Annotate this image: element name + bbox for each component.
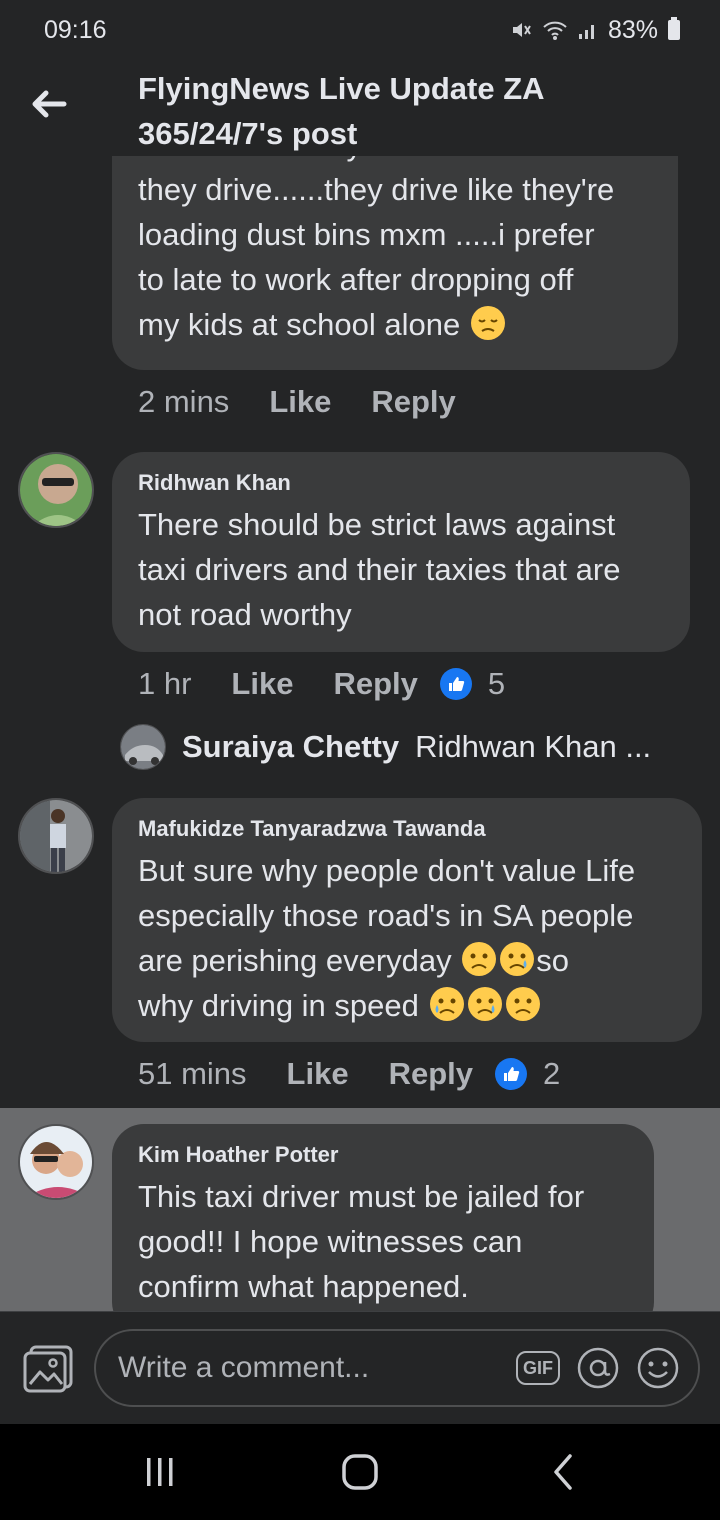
comment-line: are perishing everyday bbox=[138, 943, 452, 978]
reply-author[interactable]: Suraiya Chetty bbox=[182, 729, 399, 765]
crying-face-icon bbox=[500, 942, 535, 976]
comment-author[interactable]: Ridhwan Khan bbox=[138, 470, 666, 496]
comment-meta: 1 hr Like Reply 5 bbox=[138, 666, 505, 702]
comment-text: This taxi driver must be jailed for good… bbox=[138, 1179, 585, 1304]
comment-meta: 51 mins Like Reply 2 bbox=[138, 1056, 560, 1092]
comment-line: my kids at school alone bbox=[138, 307, 461, 342]
battery-level: 83% bbox=[607, 15, 658, 44]
comment-bubble: Kim Hoather Potter This taxi driver must… bbox=[112, 1124, 654, 1311]
like-button[interactable]: Like bbox=[269, 384, 331, 420]
comment-author[interactable]: Mafukidze Tanyaradzwa Tawanda bbox=[138, 816, 678, 842]
composer-tools: GIF bbox=[516, 1346, 680, 1390]
signal-icon bbox=[578, 25, 594, 39]
comment-text: There should be strict laws against taxi… bbox=[138, 507, 621, 632]
post-header: FlyingNews Live Update ZA 365/24/7's pos… bbox=[0, 60, 720, 156]
status-icons: 83% bbox=[510, 16, 680, 45]
status-time: 09:16 bbox=[44, 15, 107, 44]
comment-author[interactable]: Kim Hoather Potter bbox=[138, 1142, 630, 1168]
crying-face-icon bbox=[467, 987, 502, 1021]
comment-placeholder: Write a comment... bbox=[118, 1351, 370, 1384]
comment-bubble: Ridhwan Khan There should be strict laws… bbox=[112, 452, 690, 652]
comment-meta: 2 mins Like Reply bbox=[138, 384, 456, 420]
like-button[interactable]: Like bbox=[287, 1056, 349, 1092]
gif-icon[interactable]: GIF bbox=[516, 1351, 560, 1385]
comment-line: they drive......they drive like they're bbox=[138, 172, 615, 207]
comment-line: But sure why people don't value Life bbox=[138, 853, 636, 888]
crying-face-icon bbox=[429, 987, 464, 1021]
sad-face-icon bbox=[505, 987, 540, 1021]
emoji-icon[interactable] bbox=[636, 1346, 680, 1390]
back-icon[interactable] bbox=[548, 1452, 578, 1492]
avatar[interactable] bbox=[18, 452, 94, 528]
home-icon[interactable] bbox=[340, 1452, 380, 1492]
comment-line: loading dust bins mxm .....i prefer bbox=[138, 217, 595, 252]
comment-bubble: Mafukidze Tanyaradzwa Tawanda But sure w… bbox=[112, 798, 702, 1042]
comments-list[interactable]: Taxi drivers they don't care how they dr… bbox=[0, 156, 720, 1311]
comment-text: Taxi drivers they don't care how they dr… bbox=[138, 156, 654, 347]
comment-line: so bbox=[536, 943, 569, 978]
comment-line: Taxi drivers they don't care how bbox=[138, 156, 654, 167]
page-title: FlyingNews Live Update ZA 365/24/7's pos… bbox=[138, 71, 544, 151]
avatar[interactable] bbox=[18, 798, 94, 874]
comment-text: But sure why people don't value Life esp… bbox=[138, 848, 678, 1028]
reaction-count: 2 bbox=[543, 1056, 561, 1091]
back-arrow-icon[interactable] bbox=[26, 82, 70, 126]
comment-bubble: Taxi drivers they don't care how they dr… bbox=[112, 156, 678, 370]
comment-time: 2 mins bbox=[138, 384, 230, 419]
comment-line: especially those road's in SA people bbox=[138, 898, 634, 933]
status-bar: 09:16 83% bbox=[0, 0, 720, 60]
reaction-count: 5 bbox=[487, 666, 506, 701]
like-button[interactable]: Like bbox=[231, 666, 293, 702]
thumbs-up-icon bbox=[439, 668, 472, 700]
downcast-face-icon bbox=[470, 306, 505, 340]
comment-time: 51 mins bbox=[138, 1056, 247, 1091]
comment-input[interactable]: Write a comment... GIF bbox=[94, 1329, 700, 1407]
comment-composer: Write a comment... GIF bbox=[0, 1311, 720, 1425]
reply-preview[interactable]: Suraiya Chetty Ridhwan Khan ... bbox=[120, 724, 651, 770]
system-navigation-bar bbox=[0, 1424, 720, 1520]
mute-icon bbox=[512, 23, 531, 37]
comment-line: to late to work after dropping off bbox=[138, 262, 574, 297]
reaction-summary[interactable]: 5 bbox=[439, 666, 506, 702]
thumbs-up-icon bbox=[495, 1058, 527, 1090]
reaction-summary[interactable]: 2 bbox=[495, 1056, 560, 1092]
mention-icon[interactable] bbox=[576, 1346, 620, 1390]
reply-snippet: Ridhwan Khan ... bbox=[415, 729, 652, 764]
comment-time: 1 hr bbox=[138, 666, 192, 701]
avatar[interactable] bbox=[120, 724, 166, 770]
wifi-icon bbox=[543, 21, 567, 40]
reply-button[interactable]: Reply bbox=[389, 1056, 473, 1092]
photo-icon[interactable] bbox=[22, 1344, 74, 1394]
sad-face-icon bbox=[462, 942, 497, 976]
avatar[interactable] bbox=[18, 1124, 94, 1200]
comment-line: why driving in speed bbox=[138, 988, 419, 1023]
reply-button[interactable]: Reply bbox=[333, 666, 417, 702]
recent-apps-icon[interactable] bbox=[142, 1454, 178, 1490]
battery-icon bbox=[668, 17, 680, 40]
reply-button[interactable]: Reply bbox=[371, 384, 455, 420]
